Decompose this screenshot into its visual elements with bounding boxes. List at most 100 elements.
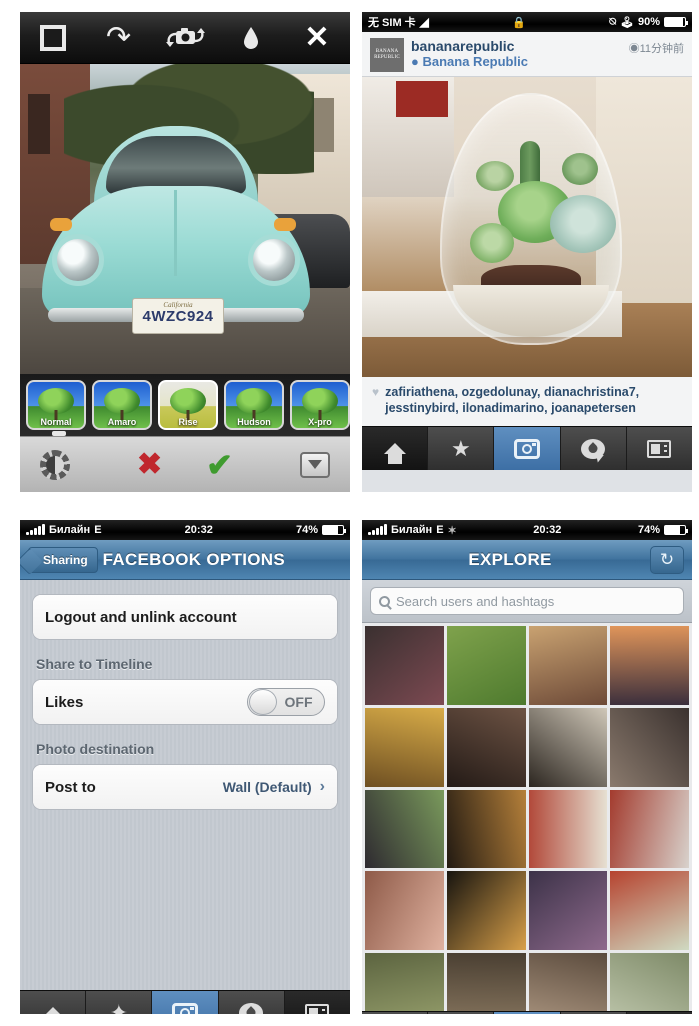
- tab-activity[interactable]: [218, 991, 285, 1014]
- editor-photo[interactable]: California 4WZC924: [20, 64, 350, 374]
- thumbnail-image: [528, 953, 608, 1011]
- tab-camera[interactable]: [494, 1012, 561, 1014]
- close-x-icon: ✕: [304, 20, 330, 54]
- filter-item-xpro[interactable]: X-pro: [290, 380, 350, 430]
- thumbnail-image: [446, 626, 526, 705]
- adjust-button[interactable]: [20, 449, 90, 480]
- tab-home[interactable]: [362, 1012, 429, 1014]
- frame-button[interactable]: [30, 18, 76, 58]
- destination-group: Post to Wall (Default) ›: [32, 764, 338, 810]
- tab-explore[interactable]: ✦: [428, 1012, 495, 1014]
- profile-feed-icon: [647, 439, 672, 458]
- panel-facebook-options: Билайн E 20:32 74% Sharing FACEBOOK OPTI…: [20, 520, 350, 1014]
- post-photo[interactable]: [362, 77, 692, 377]
- battery-icon: [664, 525, 688, 535]
- battery-icon: [322, 525, 346, 535]
- plate-number: 4WZC924: [142, 308, 214, 325]
- filter-item-hudson[interactable]: Hudson: [224, 380, 284, 430]
- profile-feed-icon: [305, 1003, 330, 1014]
- explore-thumbnail[interactable]: [365, 953, 444, 1011]
- network-label: E: [94, 524, 102, 536]
- home-icon: [383, 443, 406, 464]
- loading-spinner-icon: ✶: [447, 524, 457, 537]
- filter-item-amaro[interactable]: Amaro: [92, 380, 152, 430]
- explore-thumbnail[interactable]: [446, 707, 526, 787]
- filter-item-rise[interactable]: Rise: [158, 380, 218, 430]
- explore-thumbnail[interactable]: [610, 789, 689, 869]
- rotation-lock-icon: ⍉: [609, 15, 616, 28]
- tab-camera[interactable]: [152, 991, 219, 1014]
- explore-thumbnail[interactable]: [528, 953, 608, 1011]
- post-username[interactable]: bananarepublic: [411, 38, 629, 54]
- more-filters-button[interactable]: [280, 451, 350, 478]
- post-to-value: Wall (Default): [222, 779, 312, 795]
- blur-button[interactable]: [228, 18, 274, 58]
- explore-thumbnail[interactable]: [610, 871, 689, 950]
- screenshot-page: ↶ ✕ California 4WZC924 Normal Amaro Rise…: [0, 0, 699, 1026]
- explore-thumbnail[interactable]: [610, 953, 689, 1011]
- status-bar-explore: Билайн E ✶ 20:32 74%: [362, 520, 692, 540]
- likes-list[interactable]: zafiriathena, ozgedolunay, dianachristin…: [385, 385, 682, 416]
- rotate-button[interactable]: ↶: [96, 18, 142, 58]
- explore-thumbnail[interactable]: [446, 626, 526, 705]
- explore-thumbnail[interactable]: [365, 626, 444, 705]
- thumbnail-image: [446, 871, 526, 950]
- back-button[interactable]: Sharing: [28, 546, 98, 573]
- post-location[interactable]: ● Banana Republic: [411, 54, 629, 70]
- explore-thumbnail[interactable]: [528, 789, 608, 869]
- post-time-label: 11分钟前: [639, 43, 684, 55]
- panel-feed: 无 SIM 卡 ◢ 🔒 ⍉ 🕹 90% BANANA REPUBLIC bana…: [362, 12, 692, 492]
- thumbnail-image: [610, 953, 689, 1011]
- battery-icon: [664, 17, 688, 27]
- battery-percent: 74%: [637, 524, 660, 536]
- close-button[interactable]: ✕: [294, 18, 340, 58]
- confirm-check-icon[interactable]: ✔: [206, 449, 233, 481]
- frame-icon: [40, 24, 66, 51]
- star-icon: ★: [450, 435, 471, 461]
- battery-percent: 90%: [637, 16, 660, 28]
- refresh-button[interactable]: ↻: [650, 545, 684, 574]
- likes-toggle[interactable]: OFF: [247, 688, 325, 716]
- tab-bar-explore: ✦: [362, 1011, 692, 1014]
- news-heart-icon: [239, 1002, 264, 1014]
- search-input[interactable]: Search users and hashtags: [370, 587, 684, 615]
- camera-flip-icon: [166, 27, 205, 47]
- filter-item-normal[interactable]: Normal: [26, 380, 86, 430]
- tab-home[interactable]: [362, 427, 429, 470]
- tab-profile[interactable]: [626, 1012, 692, 1014]
- tab-bar-feed: ★: [362, 426, 692, 470]
- tab-home[interactable]: [20, 991, 87, 1014]
- tab-explore[interactable]: ✦: [86, 991, 153, 1014]
- explore-thumbnail[interactable]: [528, 871, 608, 950]
- explore-thumbnail[interactable]: [365, 789, 444, 869]
- explore-thumbnail[interactable]: [446, 871, 526, 950]
- selected-filter-marker: [52, 431, 66, 436]
- explore-thumbnail[interactable]: [528, 626, 608, 705]
- tab-activity[interactable]: [560, 427, 627, 470]
- thumbnail-image: [610, 789, 689, 869]
- explore-thumbnail[interactable]: [610, 626, 689, 705]
- tab-camera[interactable]: [494, 427, 561, 470]
- chevron-right-icon: ›: [319, 778, 325, 795]
- explore-thumbnail[interactable]: [610, 707, 689, 787]
- explore-thumbnail[interactable]: [365, 871, 444, 950]
- tab-profile[interactable]: [284, 991, 350, 1014]
- explore-thumbnail[interactable]: [528, 707, 608, 787]
- explore-thumbnail[interactable]: [446, 789, 526, 869]
- explore-thumbnail[interactable]: [446, 953, 526, 1011]
- toggle-state-label: OFF: [284, 694, 313, 710]
- tab-activity[interactable]: [560, 1012, 627, 1014]
- tab-profile[interactable]: [626, 427, 692, 470]
- explore-thumbnail[interactable]: [365, 707, 444, 787]
- likes-row[interactable]: Likes OFF: [33, 680, 337, 724]
- section-header-timeline: Share to Timeline: [36, 656, 153, 672]
- logout-row[interactable]: Logout and unlink account: [33, 595, 337, 639]
- camera-flip-button[interactable]: [162, 18, 208, 58]
- cancel-x-icon[interactable]: ✖: [137, 449, 162, 480]
- post-to-row[interactable]: Post to Wall (Default) ›: [33, 765, 337, 809]
- red-object: [396, 81, 448, 117]
- carrier-label: 无 SIM 卡: [368, 17, 416, 29]
- tab-popular[interactable]: ★: [428, 427, 495, 470]
- avatar[interactable]: BANANA REPUBLIC: [370, 38, 404, 72]
- filter-strip[interactable]: Normal Amaro Rise Hudson X-pro: [20, 374, 350, 436]
